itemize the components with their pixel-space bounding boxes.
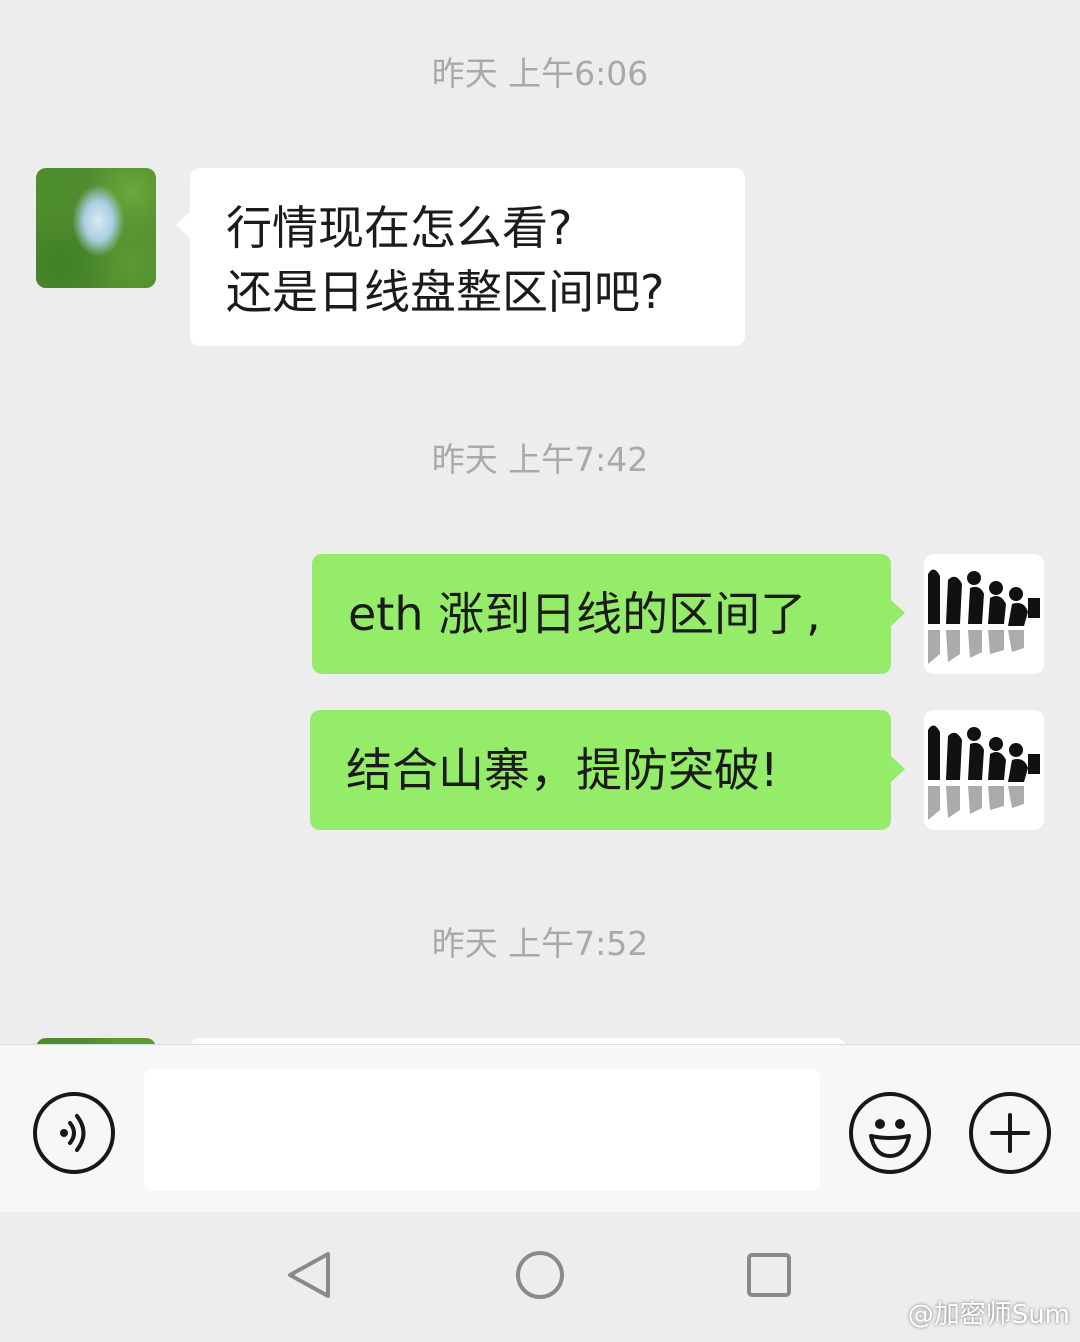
home-button[interactable]	[480, 1212, 600, 1338]
system-navigation-bar: @加密师Sum	[0, 1212, 1080, 1338]
timestamp: 昨天 上午7:42	[431, 440, 649, 479]
recents-square-icon	[747, 1253, 791, 1297]
timestamp: 昨天 上午7:52	[431, 924, 649, 963]
incoming-message-bubble[interactable]: 行情现在怎么看? 还是日线盘整区间吧?	[176, 168, 745, 346]
outgoing-message-bubble[interactable]: eth 涨到日线的区间了,	[312, 554, 905, 674]
contact-avatar[interactable]	[36, 168, 156, 288]
voice-icon	[60, 1114, 86, 1152]
back-button[interactable]	[248, 1212, 368, 1338]
back-triangle-icon	[288, 1252, 330, 1298]
more-button[interactable]	[969, 1092, 1051, 1174]
outgoing-message-bubble[interactable]: 结合山寨，提防突破!	[310, 710, 905, 830]
evolution-silhouette-icon	[924, 710, 1044, 830]
my-avatar[interactable]	[924, 554, 1044, 674]
home-circle-icon	[516, 1251, 564, 1299]
timestamp: 昨天 上午6:06	[431, 54, 649, 93]
input-bar	[0, 1044, 1080, 1213]
recents-button[interactable]	[709, 1212, 829, 1338]
emoji-button[interactable]	[849, 1092, 931, 1174]
emoji-icon	[869, 1119, 911, 1158]
my-avatar[interactable]	[924, 710, 1044, 830]
evolution-silhouette-icon	[924, 554, 1044, 674]
message-input[interactable]	[144, 1069, 820, 1191]
plus-icon	[990, 1113, 1030, 1153]
chat-area[interactable]: 昨天 上午6:06 行情现在怎么看? 还是日线盘整区间吧? 昨天 上午7:42 …	[0, 0, 1080, 1044]
watermark: @加密师Sum	[907, 1300, 1070, 1330]
voice-button[interactable]	[33, 1092, 115, 1174]
